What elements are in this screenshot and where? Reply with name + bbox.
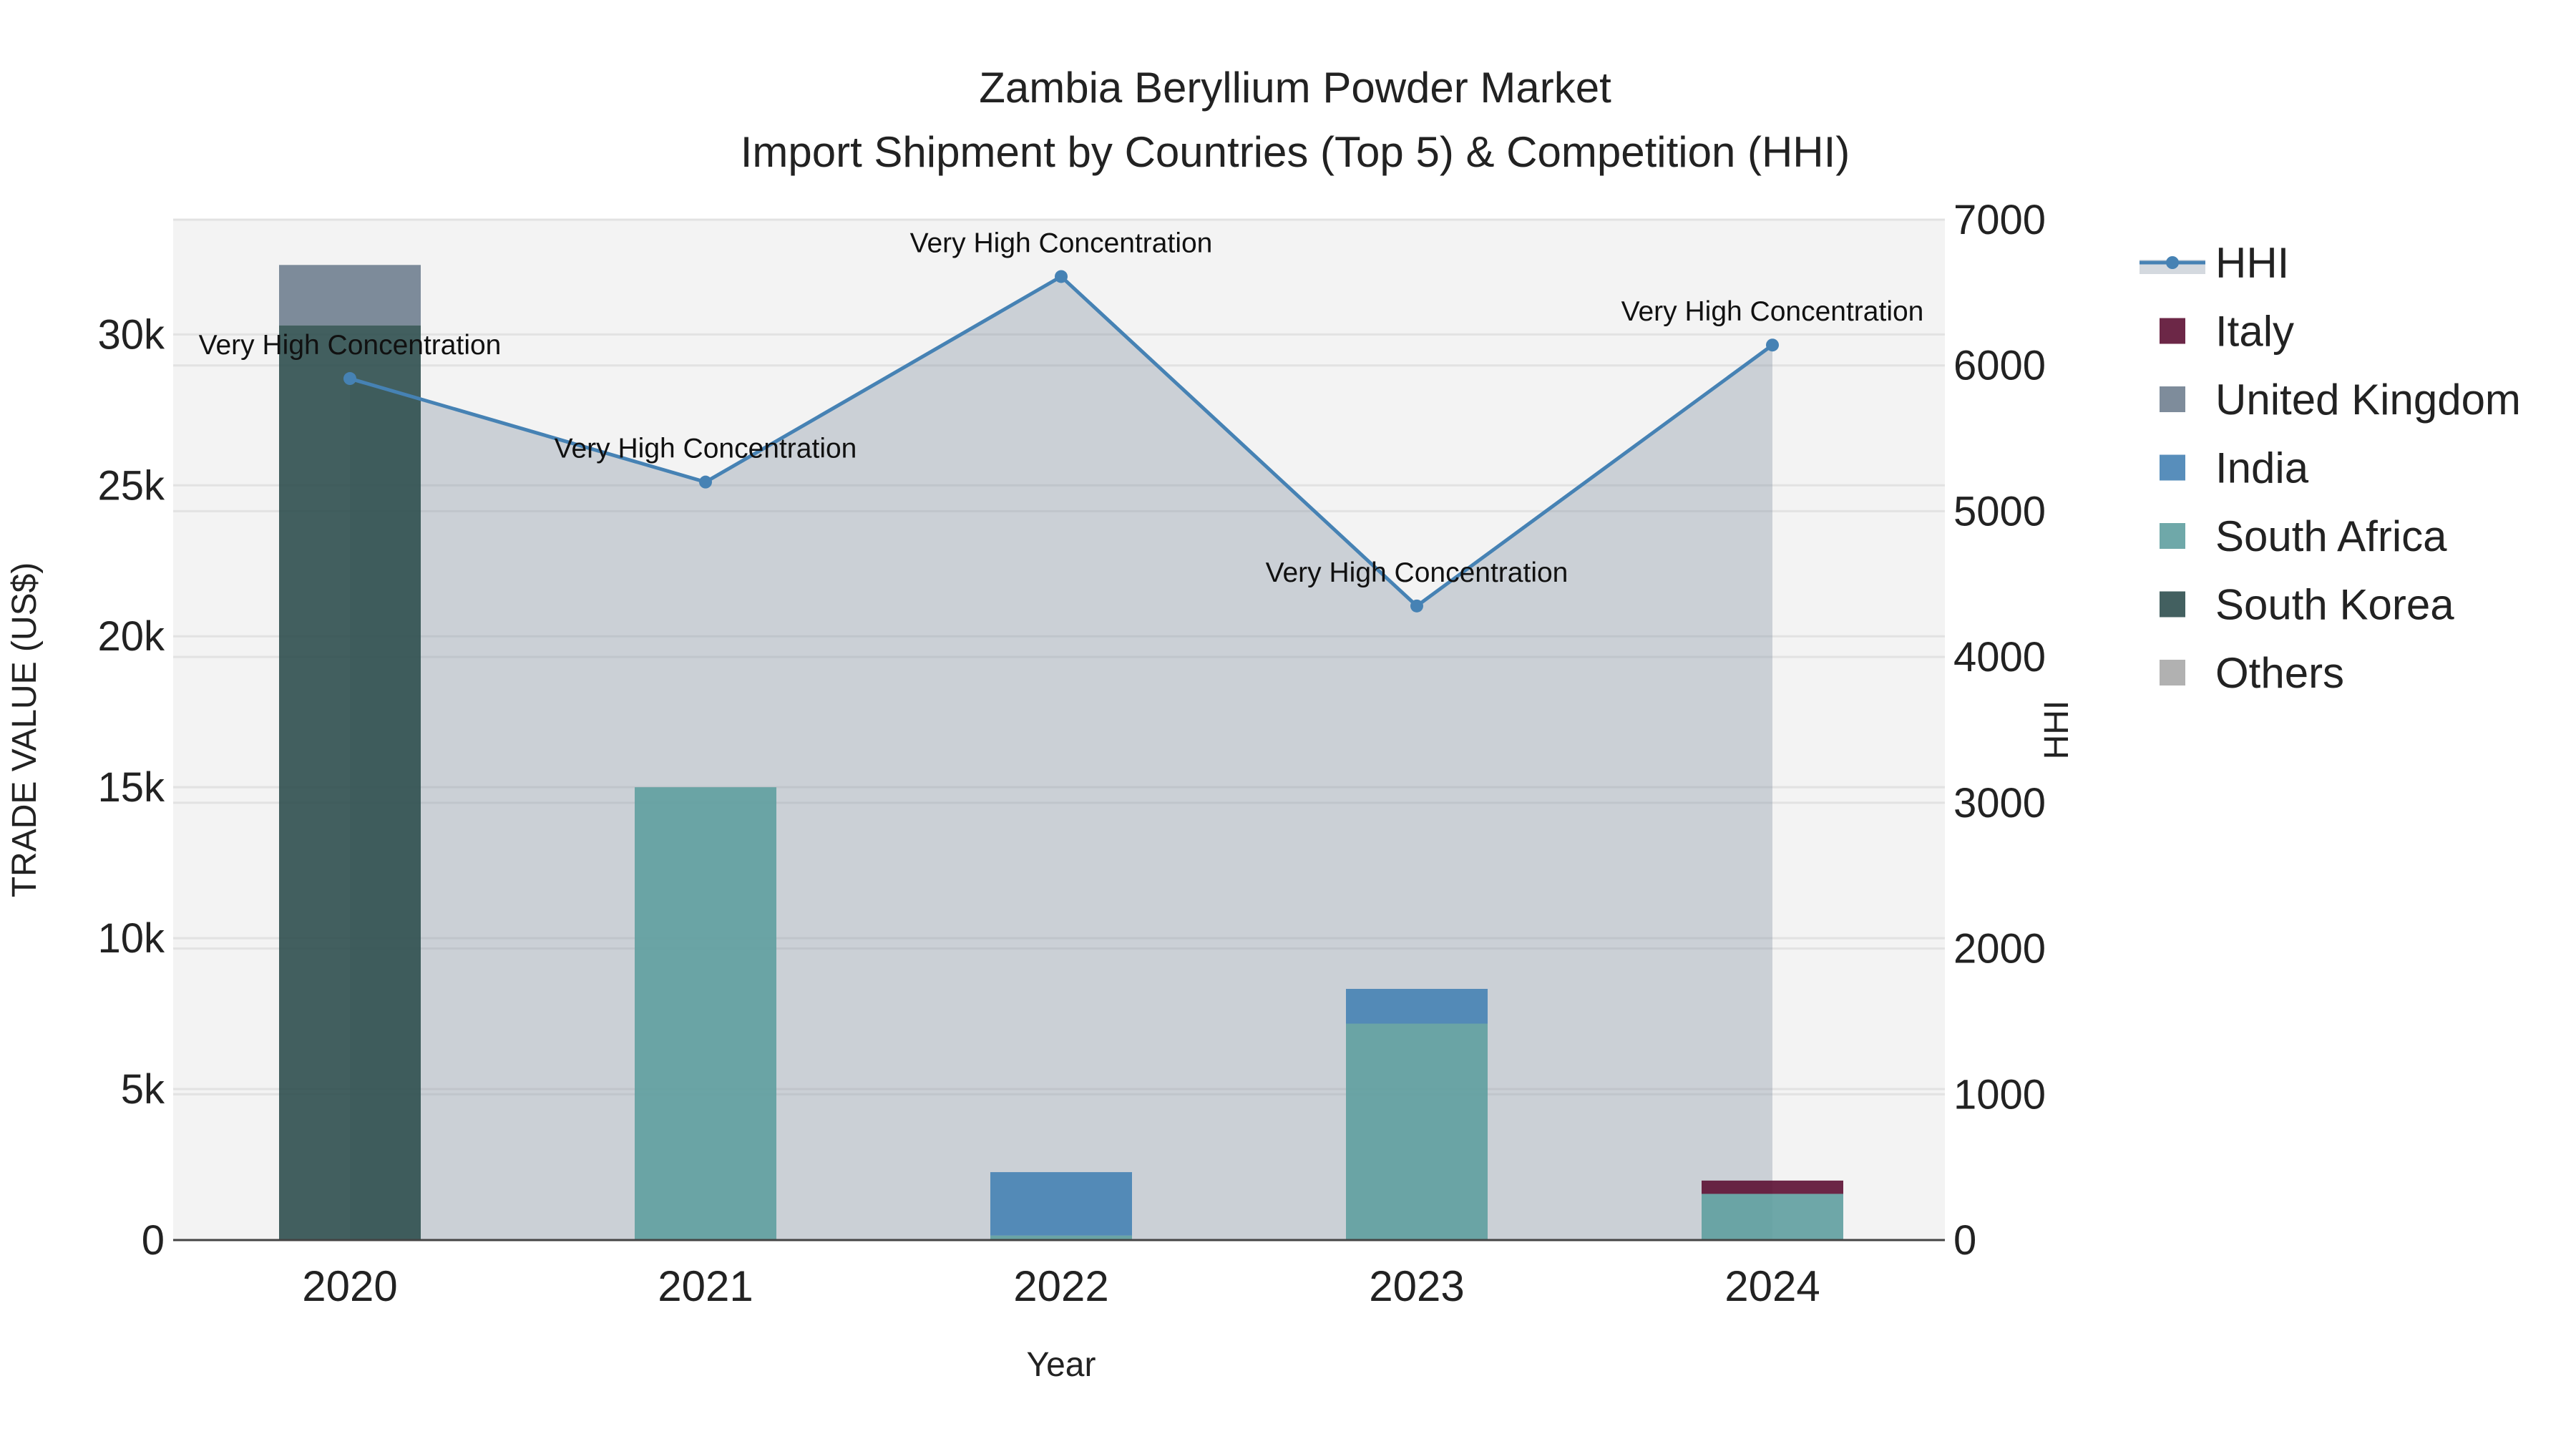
- legend-swatch: [2160, 454, 2185, 481]
- legend-swatch-marker: [2166, 256, 2179, 269]
- bar-south-africa: [1702, 1194, 1843, 1240]
- hhi-annotation: Very High Concentration: [199, 330, 502, 361]
- x-tick-label: 2022: [1013, 1262, 1108, 1310]
- legend-swatch: [2160, 386, 2185, 412]
- legend-label: South Korea: [2215, 581, 2454, 629]
- y-tick-label: 5k: [121, 1066, 165, 1113]
- legend-label: Italy: [2215, 308, 2294, 356]
- legend-label: Others: [2215, 649, 2344, 697]
- y2-axis-title: HHI: [2038, 701, 2076, 760]
- y2-tick-label: 5000: [1953, 488, 2046, 535]
- legend-item-hhi[interactable]: HHI: [2140, 239, 2289, 287]
- y2-axis-ticks: 0 1000 2000 3000 4000 5000 6000 7000: [1953, 197, 2046, 1264]
- y2-tick-label: 3000: [1953, 780, 2046, 826]
- y-tick-label: 10k: [97, 915, 165, 962]
- bar-italy: [1702, 1180, 1843, 1194]
- legend-swatch: [2160, 660, 2185, 686]
- y-tick-label: 20k: [97, 613, 165, 660]
- chart-title: Zambia Beryllium Powder Market: [979, 64, 1611, 112]
- x-tick-label: 2020: [302, 1262, 397, 1310]
- y-tick-label: 15k: [97, 764, 165, 811]
- y-tick-label: 25k: [97, 462, 165, 509]
- legend-item-india[interactable]: India: [2160, 444, 2309, 492]
- y-tick-label: 30k: [97, 311, 165, 358]
- legend-item-south-africa[interactable]: South Africa: [2160, 512, 2447, 560]
- hhi-marker: [1055, 270, 1068, 283]
- hhi-annotation: Very High Concentration: [910, 228, 1213, 258]
- x-tick-label: 2024: [1724, 1262, 1820, 1310]
- hhi-marker: [1766, 338, 1779, 352]
- x-tick-label: 2023: [1369, 1262, 1464, 1310]
- legend-item-italy[interactable]: Italy: [2160, 308, 2294, 356]
- x-axis-title: Year: [1027, 1346, 1096, 1384]
- chart-subtitle: Import Shipment by Countries (Top 5) & C…: [741, 128, 1850, 176]
- legend-item-united-kingdom[interactable]: United Kingdom: [2160, 376, 2521, 424]
- legend-label: United Kingdom: [2215, 376, 2521, 424]
- hhi-marker: [699, 475, 712, 489]
- legend-label: South Africa: [2215, 512, 2447, 560]
- legend-swatch: [2160, 523, 2185, 549]
- y2-tick-label: 1000: [1953, 1071, 2046, 1118]
- hhi-annotation: Very High Concentration: [555, 434, 857, 464]
- hhi-annotation: Very High Concentration: [1621, 296, 1924, 327]
- y-axis-ticks: 0 5k 10k 15k 20k 25k 30k: [97, 311, 165, 1264]
- bar-india: [990, 1172, 1132, 1236]
- y2-tick-label: 2000: [1953, 926, 2046, 972]
- y2-tick-label: 0: [1953, 1217, 1976, 1264]
- x-tick-label: 2021: [658, 1262, 753, 1310]
- legend-item-south-korea[interactable]: South Korea: [2160, 581, 2454, 629]
- bar-south-korea: [279, 325, 421, 1240]
- y2-tick-label: 4000: [1953, 634, 2046, 680]
- legend-label: HHI: [2215, 239, 2289, 287]
- hhi-annotation: Very High Concentration: [1266, 557, 1568, 588]
- bar-india: [1346, 988, 1488, 1024]
- bar-south-africa: [635, 787, 776, 1240]
- bar-united-kingdom: [279, 265, 421, 326]
- legend-label: India: [2215, 444, 2309, 492]
- chart: Very High Concentration Very High Concent…: [6, 64, 2521, 1384]
- legend-item-others[interactable]: Others: [2160, 649, 2344, 697]
- legend-swatch: [2160, 591, 2185, 618]
- legend: HHI Italy United Kingdom India South Africa S…: [2140, 239, 2521, 697]
- legend-swatch: [2160, 318, 2185, 344]
- y-axis-title: TRADE VALUE (US$): [6, 562, 44, 898]
- hhi-marker: [1410, 599, 1423, 613]
- bar-south-africa: [1346, 1023, 1488, 1240]
- y-tick-label: 0: [142, 1217, 165, 1264]
- y2-tick-label: 6000: [1953, 343, 2046, 389]
- x-axis-ticks: 2020 2021 2022 2023 2024: [302, 1262, 1820, 1310]
- y2-tick-label: 7000: [1953, 197, 2046, 243]
- hhi-marker: [343, 372, 356, 386]
